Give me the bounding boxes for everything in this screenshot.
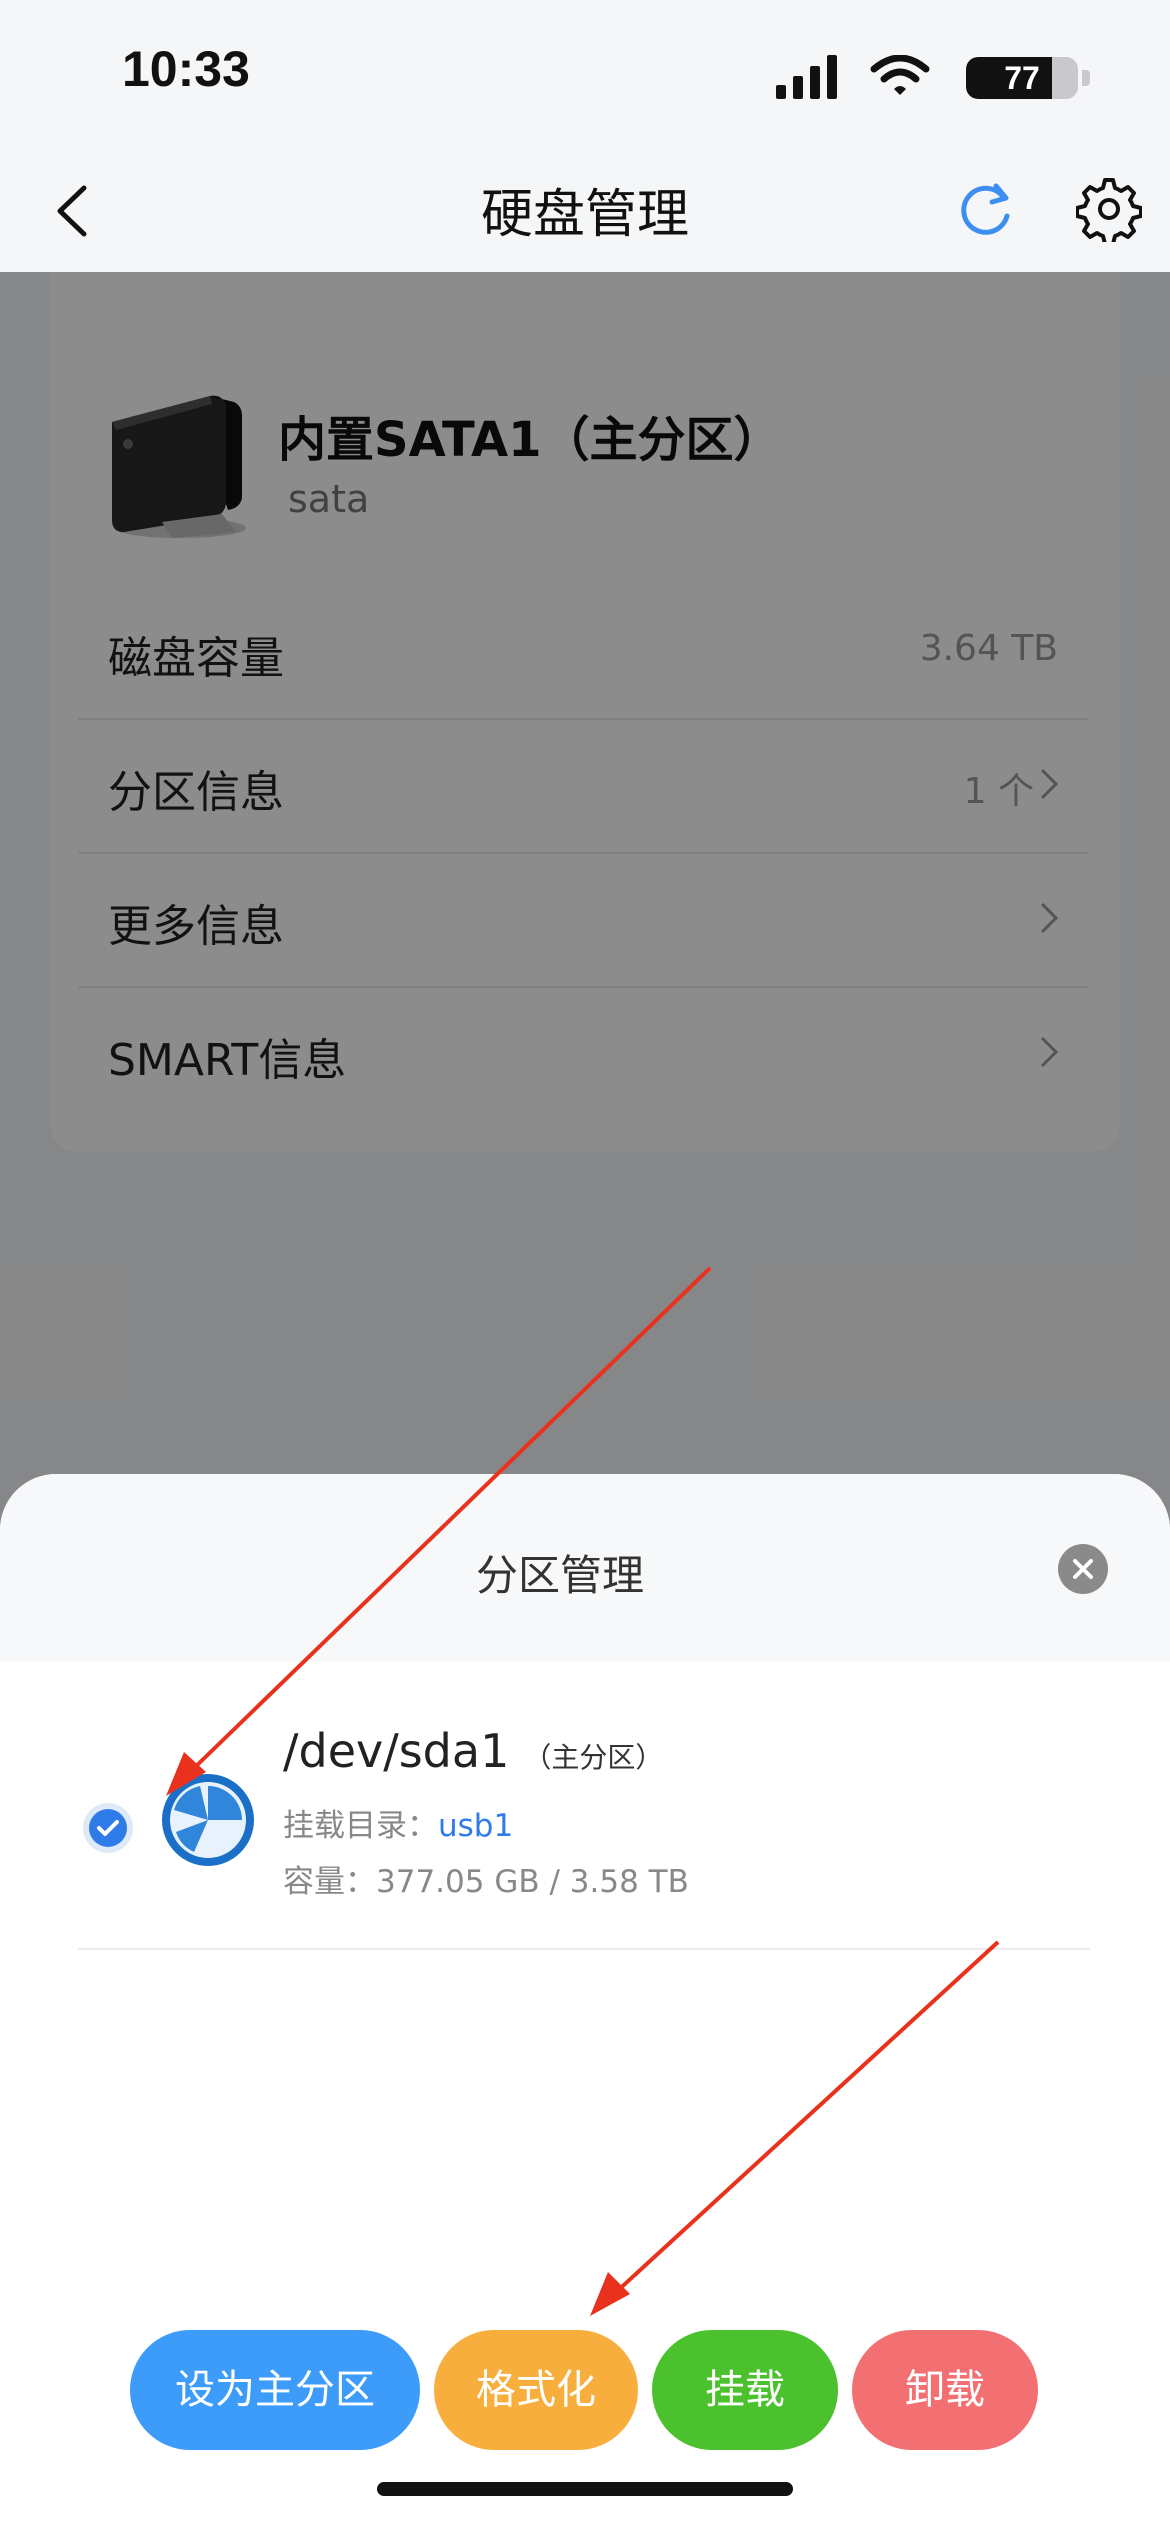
status-icons: 77 [670,55,1090,105]
signal-icon [776,55,837,99]
unmount-button[interactable]: 卸载 [852,2330,1038,2450]
refresh-icon[interactable] [952,176,1018,242]
partition-name: /dev/sda1 （主分区） [283,1724,663,1778]
partition-capacity: 容量：377.05 GB / 3.58 TB [283,1864,689,1900]
pie-chart-icon [162,1774,254,1866]
check-circle-icon[interactable] [82,1802,134,1854]
close-button[interactable] [1058,1544,1108,1594]
partition-mount: 挂载目录：usb1 [283,1800,513,1845]
disk-management-screen: 10:33 77 硬盘管理 内置SATA1（主分区） sata 磁盘容量 3.6… [0,0,1170,2532]
status-time: 10:33 [122,41,250,97]
battery-indicator: 77 [966,57,1090,99]
format-button[interactable]: 格式化 [434,2330,638,2450]
gear-icon[interactable] [1076,176,1142,242]
partition-path: /dev/sda1 [283,1724,510,1778]
set-primary-button[interactable]: 设为主分区 [130,2330,420,2450]
status-bar: 10:33 77 [0,0,1170,150]
sheet-title: 分区管理 [475,1551,644,1600]
partition-item[interactable]: /dev/sda1 （主分区） 挂载目录：usb1 容量：377.05 GB / … [78,1724,1090,1950]
home-indicator [377,2482,793,2496]
sheet-header: 分区管理 [0,1474,1170,1662]
wifi-icon [870,55,930,95]
nav-bar: 硬盘管理 [0,150,1170,272]
battery-percent: 77 [1004,60,1040,96]
battery-cap [1082,70,1090,86]
mount-link[interactable]: usb1 [438,1808,513,1844]
mount-button[interactable]: 挂载 [652,2330,838,2450]
partition-tag: （主分区） [523,1741,664,1774]
partition-sheet: 分区管理 /dev/sda1 （主分区） 挂载目录：usb1 容量：377.05… [0,1474,1170,2532]
battery-body: 77 [966,57,1078,99]
close-icon [1073,1559,1093,1579]
mount-label: 挂载目录： [283,1808,438,1844]
